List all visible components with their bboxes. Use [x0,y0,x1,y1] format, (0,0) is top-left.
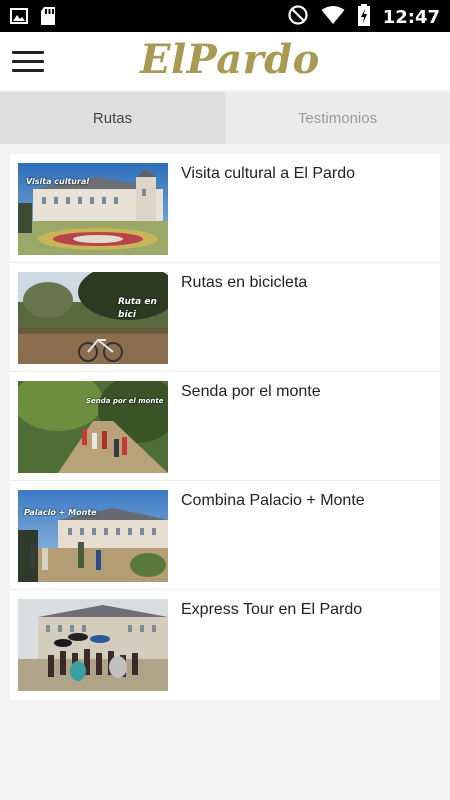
tab-rutas[interactable]: Rutas [0,92,225,144]
hamburger-menu-icon[interactable] [10,44,46,78]
route-title: Express Tour en El Pardo [181,601,363,618]
brand-logo: ElPardo [140,36,320,83]
thumbnail-caption: Ruta en bici [118,297,157,320]
do-not-disturb-icon [287,4,309,30]
wifi-icon [321,5,345,29]
thumbnail-caption: Visita cultural [26,177,90,186]
route-thumbnail: Senda por el monte [18,381,168,473]
routes-list: Visita cultural Visita cultural a El Par… [10,154,440,700]
thumbnail-caption: Palacio + Monte [24,508,97,517]
route-title: Rutas en bicicleta [181,274,308,291]
route-thumbnail: Visita cultural [18,163,168,255]
route-thumbnail: Palacio + Monte [18,490,168,582]
sd-card-icon [40,6,56,30]
list-item[interactable]: Palacio + Monte Combina Palacio + Monte [10,481,440,590]
route-title: Combina Palacio + Monte [181,492,365,509]
list-item[interactable]: Ruta en bici Rutas en bicicleta [10,263,440,372]
route-title: Senda por el monte [181,383,321,400]
route-thumbnail: Ruta en bici [18,272,168,364]
list-item[interactable]: Senda por el monte Senda por el monte [10,372,440,481]
route-thumbnail [18,599,168,691]
battery-charging-icon [357,4,371,30]
tab-bar: Rutas Testimonios [0,92,450,144]
thumbnail-caption: Senda por el monte [86,397,164,405]
route-title: Visita cultural a El Pardo [181,165,356,182]
list-item[interactable]: Visita cultural Visita cultural a El Par… [10,154,440,263]
status-bar: 12:47 [0,0,450,32]
list-item[interactable]: Express Tour en El Pardo [10,590,440,700]
clock: 12:47 [382,6,440,28]
image-icon [10,7,28,29]
app-bar: ElPardo [0,32,450,90]
tab-testimonios[interactable]: Testimonios [225,92,450,144]
